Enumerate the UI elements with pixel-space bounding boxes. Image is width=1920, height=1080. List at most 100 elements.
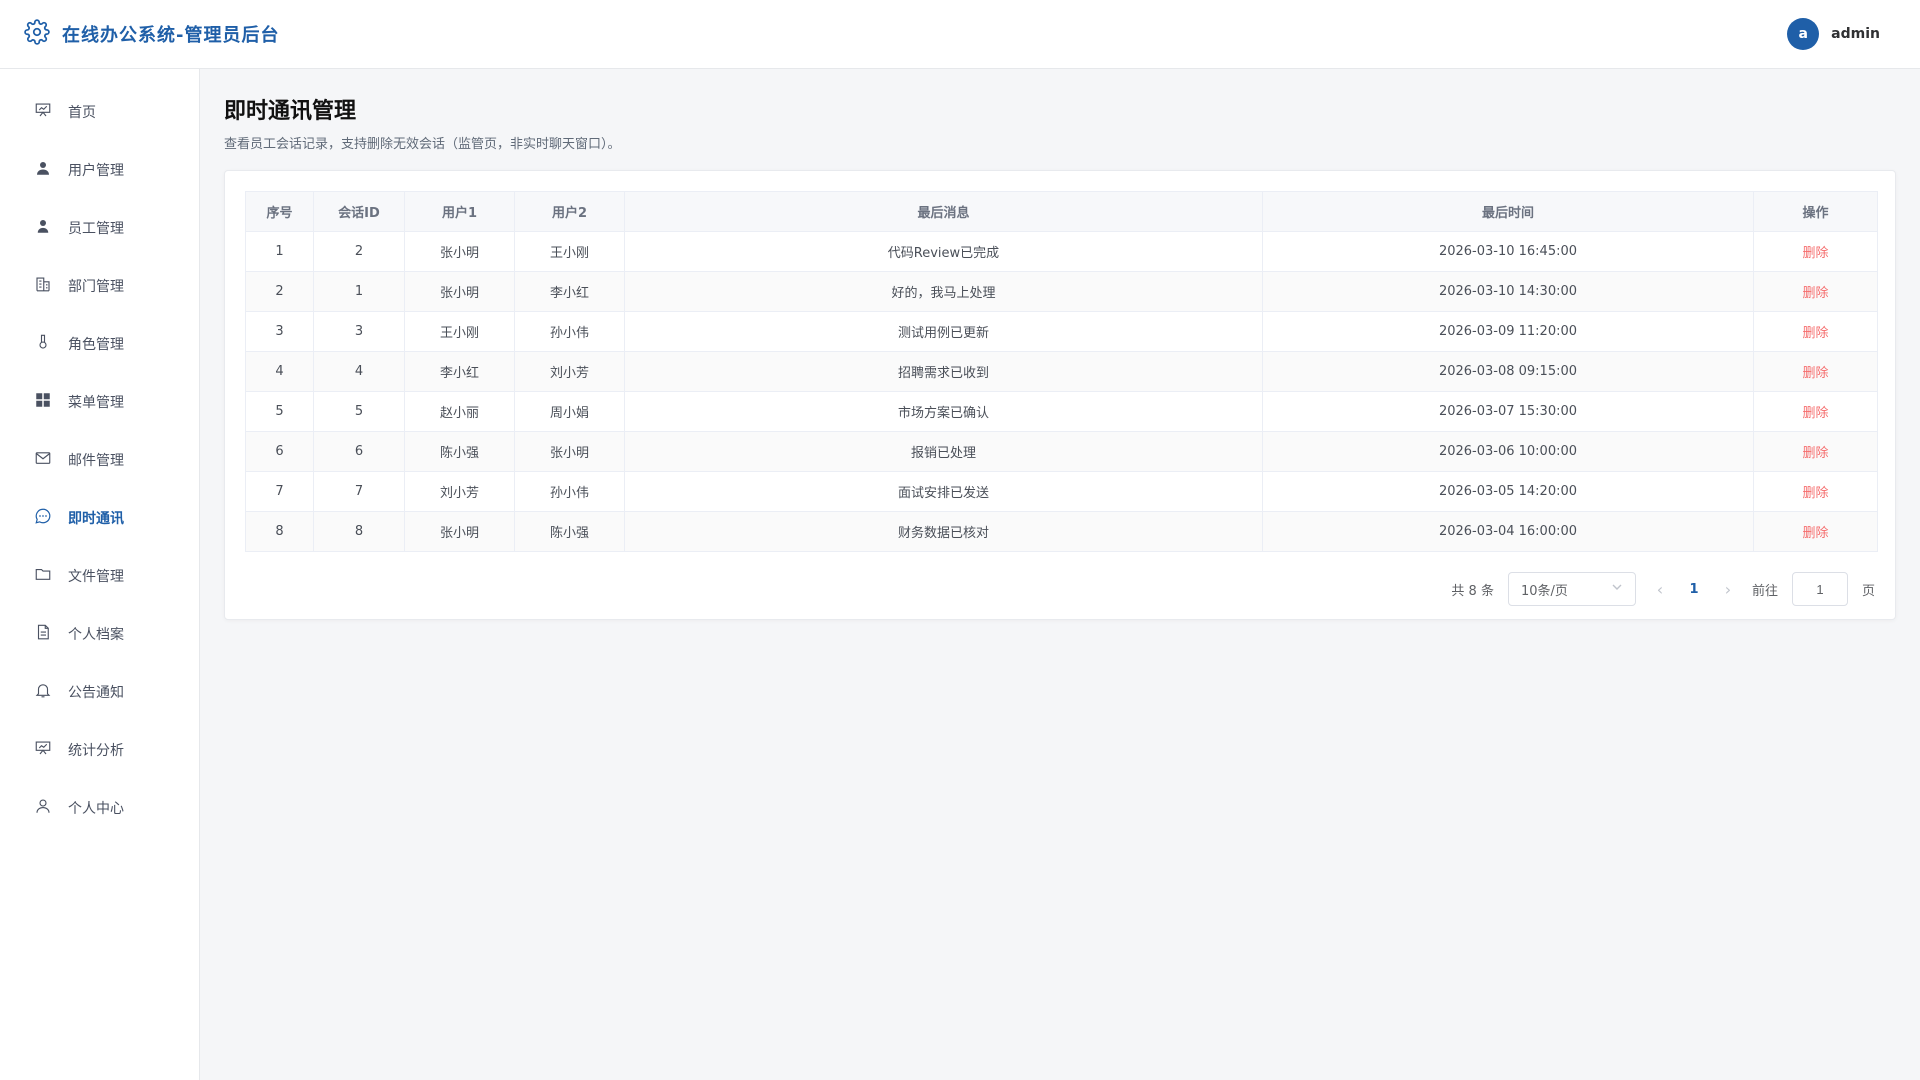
sidebar-item-12[interactable]: 个人中心 <box>0 779 199 837</box>
delete-button[interactable]: 删除 <box>1753 231 1878 272</box>
table-cell: 2026-03-10 14:30:00 <box>1262 271 1754 312</box>
table-cell: 7 <box>245 471 314 512</box>
page-title: 即时通讯管理 <box>224 99 357 124</box>
table-row: 6 6 陈小强 张小明 报销已处理 2026-03-06 10:00:00 删除 <box>245 431 1878 472</box>
table-cell: 赵小丽 <box>404 391 515 432</box>
building-icon <box>34 275 52 297</box>
column-header: 会话ID <box>313 191 405 232</box>
sidebar-item-label: 邮件管理 <box>68 453 124 469</box>
table-cell: 张小明 <box>404 231 515 272</box>
sidebar-item-label: 部门管理 <box>68 279 124 295</box>
sidebar-item-3[interactable]: 部门管理 <box>0 257 199 315</box>
table-cell: 报销已处理 <box>624 431 1263 472</box>
username[interactable]: admin <box>1831 26 1880 42</box>
delete-button[interactable]: 删除 <box>1753 271 1878 312</box>
folder-icon <box>34 565 52 587</box>
brand[interactable]: 在线办公系统-管理员后台 <box>24 19 279 49</box>
column-header: 最后消息 <box>624 191 1263 232</box>
user-icon <box>34 159 52 181</box>
table-cell: 6 <box>313 431 405 472</box>
table-cell: 3 <box>245 311 314 352</box>
delete-button[interactable]: 删除 <box>1753 391 1878 432</box>
table-cell: 5 <box>245 391 314 432</box>
page-description: 查看员工会话记录，支持删除无效会话（监管页，非实时聊天窗口）。 <box>224 137 621 152</box>
bell-icon <box>34 681 52 703</box>
delete-button[interactable]: 删除 <box>1753 431 1878 472</box>
table-cell: 5 <box>313 391 405 432</box>
sidebar-item-label: 文件管理 <box>68 569 124 585</box>
page-size-select[interactable]: 10条/页 <box>1507 572 1636 606</box>
top-bar: 在线办公系统-管理员后台 a admin <box>0 0 1920 69</box>
table-cell: 4 <box>245 351 314 392</box>
sidebar-item-1[interactable]: 用户管理 <box>0 141 199 199</box>
sidebar-item-2[interactable]: 员工管理 <box>0 199 199 257</box>
chat-sessions-table: 序号 会话ID 用户1 用户2 最后消息 最后时间 操作 1 2 张小明 王小刚 代码Review已… <box>245 191 1878 552</box>
table-cell: 张小明 <box>514 431 625 472</box>
table-cell: 李小红 <box>514 271 625 312</box>
table-cell: 2026-03-05 14:20:00 <box>1262 471 1754 512</box>
table-cell: 8 <box>313 511 405 552</box>
delete-button[interactable]: 删除 <box>1753 471 1878 512</box>
table-cell: 2026-03-10 16:45:00 <box>1262 231 1754 272</box>
table-row: 3 3 王小刚 孙小伟 测试用例已更新 2026-03-09 11:20:00 删除 <box>245 311 1878 352</box>
sidebar-item-10[interactable]: 公告通知 <box>0 663 199 721</box>
table-card: 序号 会话ID 用户1 用户2 最后消息 最后时间 操作 1 2 张小明 王小刚 代码Review已… <box>224 170 1896 620</box>
table-cell: 刘小芳 <box>404 471 515 512</box>
sidebar-item-11[interactable]: 统计分析 <box>0 721 199 779</box>
sidebar-item-5[interactable]: 菜单管理 <box>0 373 199 431</box>
table-cell: 刘小芳 <box>514 351 625 392</box>
delete-button[interactable]: 删除 <box>1753 351 1878 392</box>
table-cell: 周小娟 <box>514 391 625 432</box>
table-cell: 2 <box>313 231 405 272</box>
column-header: 操作 <box>1753 191 1878 232</box>
sidebar-item-0[interactable]: 首页 <box>0 83 199 141</box>
table-cell: 陈小强 <box>404 431 515 472</box>
sidebar-item-label: 即时通讯 <box>68 511 124 527</box>
sidebar-item-6[interactable]: 邮件管理 <box>0 431 199 489</box>
sidebar-item-label: 个人中心 <box>68 801 124 817</box>
goto-label: 前往 <box>1751 583 1778 599</box>
pagination: 共 8 条 10条/页 ‹ 1 › 前往 页 <box>245 572 1875 606</box>
table-cell: 财务数据已核对 <box>624 511 1263 552</box>
table-row: 7 7 刘小芳 孙小伟 面试安排已发送 2026-03-05 14:20:00 删除 <box>245 471 1878 512</box>
table-cell: 张小明 <box>404 271 515 312</box>
sidebar-item-label: 菜单管理 <box>68 395 124 411</box>
table-cell: 2026-03-09 11:20:00 <box>1262 311 1754 352</box>
sidebar-item-7[interactable]: 即时通讯 <box>0 489 199 547</box>
sidebar-item-label: 统计分析 <box>68 743 124 759</box>
table-cell: 代码Review已完成 <box>624 231 1263 272</box>
column-header: 用户1 <box>404 191 515 232</box>
delete-button[interactable]: 删除 <box>1753 311 1878 352</box>
table-cell: 李小红 <box>404 351 515 392</box>
table-row: 4 4 李小红 刘小芳 招聘需求已收到 2026-03-08 09:15:00 删除 <box>245 351 1878 392</box>
table-row: 5 5 赵小丽 周小娟 市场方案已确认 2026-03-07 15:30:00 删除 <box>245 391 1878 432</box>
current-page[interactable]: 1 <box>1684 582 1704 597</box>
table-cell: 招聘需求已收到 <box>624 351 1263 392</box>
sidebar-item-8[interactable]: 文件管理 <box>0 547 199 605</box>
table-cell: 张小明 <box>404 511 515 552</box>
document-icon <box>34 623 52 645</box>
delete-button[interactable]: 删除 <box>1753 511 1878 552</box>
main-content: 即时通讯管理 查看员工会话记录，支持删除无效会话（监管页，非实时聊天窗口）。 序… <box>224 69 1896 620</box>
sidebar-item-9[interactable]: 个人档案 <box>0 605 199 663</box>
table-cell: 1 <box>313 271 405 312</box>
table-cell: 2026-03-06 10:00:00 <box>1262 431 1754 472</box>
table-cell: 1 <box>245 231 314 272</box>
prev-page-icon[interactable]: ‹ <box>1650 580 1670 599</box>
table-cell: 2026-03-08 09:15:00 <box>1262 351 1754 392</box>
table-cell: 王小刚 <box>404 311 515 352</box>
next-page-icon[interactable]: › <box>1718 580 1738 599</box>
user-menu[interactable]: a admin <box>1787 18 1880 50</box>
table-row: 2 1 张小明 李小红 好的，我马上处理 2026-03-10 14:30:00 删除 <box>245 271 1878 312</box>
table-cell: 6 <box>245 431 314 472</box>
dashboard-icon <box>34 101 52 123</box>
column-header: 最后时间 <box>1262 191 1754 232</box>
table-cell: 8 <box>245 511 314 552</box>
sidebar-item-label: 公告通知 <box>68 685 124 701</box>
goto-page-input[interactable] <box>1791 572 1848 606</box>
avatar[interactable]: a <box>1787 18 1820 50</box>
sidebar-item-4[interactable]: 角色管理 <box>0 315 199 373</box>
table-cell: 孙小伟 <box>514 311 625 352</box>
table-cell: 2 <box>245 271 314 312</box>
table-row: 1 2 张小明 王小刚 代码Review已完成 2026-03-10 16:45:00 删除 <box>245 231 1878 272</box>
